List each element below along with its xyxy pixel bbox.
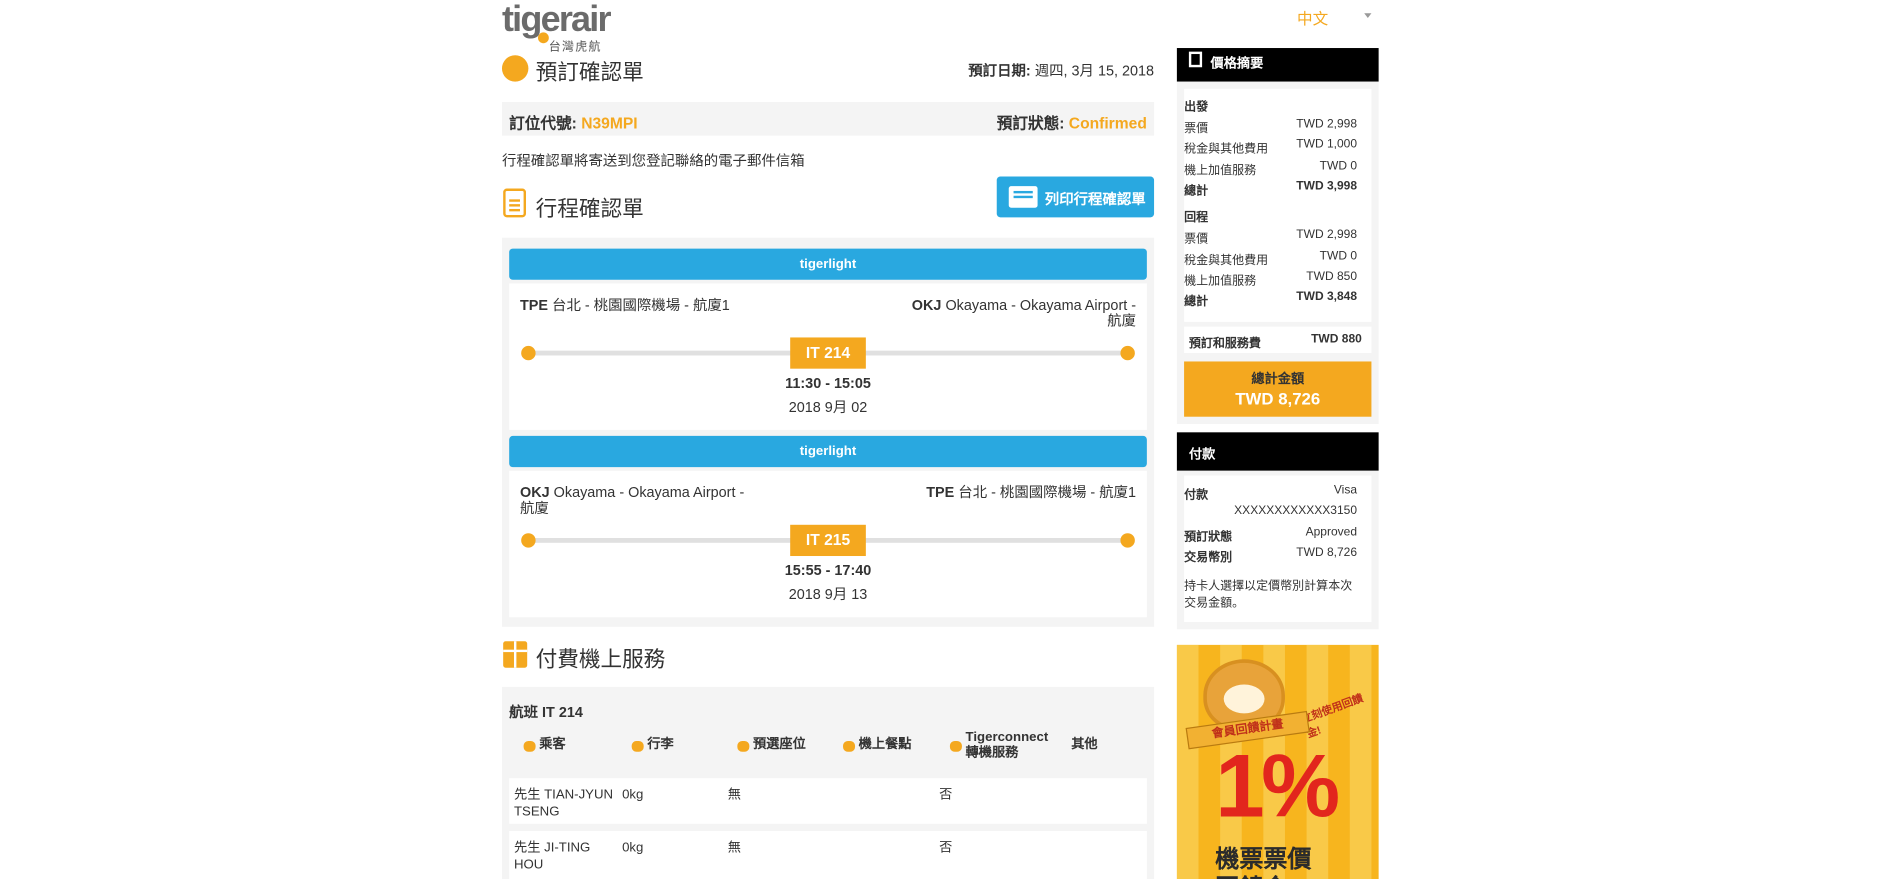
payment-title: 付款 (1188, 447, 1216, 463)
flight-card: TPE 台北 - 桃園國際機場 - 航廈1 OKJ Okayama - Okay… (509, 283, 1147, 430)
flight-date: 2018 9月 13 (788, 586, 868, 603)
services-table: 航班 IT 214 乘客 行李 預選座位 機上餐點 Tigerconnect 轉機… (501, 686, 1155, 879)
fare-type-bar: tigerlight (509, 435, 1147, 468)
booking-status-label: 預訂狀態: (996, 114, 1065, 133)
arrival-name: 台北 - 桃園國際機場 - 航廈1 (958, 483, 1137, 501)
column-connect: Tigerconnect 轉機服務 (949, 730, 1048, 761)
seat-icon (737, 740, 750, 752)
departure: TPE 台北 - 桃園國際機場 - 航廈1 (519, 296, 760, 314)
table-row: 先生 TIAN-JYUN TSENG 0kg 無 否 (509, 778, 1147, 824)
arrival: OKJ Okayama - Okayama Airport - 航廈 (896, 296, 1137, 330)
booking-date: 預訂日期: 週四, 3月 15, 2018 (968, 60, 1154, 80)
pnr-label: 訂位代號: (509, 114, 577, 133)
price-summary-header: 價格摘要 (1176, 48, 1379, 82)
arrival-name: Okayama - Okayama Airport - 航廈 (945, 296, 1137, 330)
passenger-name: 先生 JI-TING HOU (513, 840, 591, 872)
payment-header: 付款 (1176, 432, 1379, 471)
passenger-name: 先生 TIAN-JYUN TSENG (513, 787, 614, 820)
flight-list: tigerlight TPE 台北 - 桃園國際機場 - 航廈1 OKJ Oka… (501, 237, 1155, 627)
column-other: 其他 (1071, 737, 1098, 752)
departure-dot-icon (521, 533, 536, 548)
booking-status: 預訂狀態: Confirmed (997, 110, 1147, 133)
departure-name: 台北 - 桃園國際機場 - 航廈1 (552, 296, 730, 314)
tigerair-logo[interactable]: tigerair 台灣虎航 (501, 0, 634, 54)
document-icon (1188, 51, 1203, 68)
promo-percent: 1% (1215, 736, 1340, 836)
chevron-down-icon (1364, 13, 1372, 19)
flight-number: IT 215 (790, 524, 866, 557)
arrival-dot-icon (1120, 345, 1135, 361)
connect-value: 否 (939, 840, 953, 856)
outbound-label: 出發 (1184, 100, 1209, 115)
print-itinerary-button[interactable]: 列印行程確認單 (996, 176, 1155, 218)
banner-stripe (1176, 644, 1199, 879)
arrival-code: TPE (926, 483, 955, 501)
connect-icon (949, 740, 962, 752)
logo-dot-icon (538, 32, 549, 44)
price-summary-title: 價格摘要 (1210, 56, 1264, 71)
services-flight-label: 航班 IT 214 (509, 703, 583, 721)
flight-card: OKJ Okayama - Okayama Airport - 航廈 TPE 台… (509, 470, 1147, 618)
baggage-value: 0kg (622, 787, 644, 803)
column-baggage: 行李 (631, 737, 674, 753)
printer-icon (1008, 186, 1038, 208)
grand-total-box: 總計金額 TWD 8,726 (1184, 361, 1372, 417)
arrival: TPE 台北 - 桃園國際機場 - 航廈1 (896, 485, 1136, 501)
departure-name: Okayama - Okayama Airport - 航廈 (519, 483, 745, 517)
language-label: 中文 (1296, 9, 1329, 28)
promo-line2: 回饋金 (1215, 868, 1287, 879)
itinerary-title: 行程確認單 (535, 196, 644, 221)
booking-status-value: Confirmed (1068, 114, 1147, 133)
column-passenger: 乘客 (523, 737, 566, 753)
arrival-dot-icon (1120, 533, 1135, 548)
departure: OKJ Okayama - Okayama Airport - 航廈 (520, 485, 760, 516)
booking-date-label: 預訂日期: (968, 62, 1031, 80)
logo-subtitle: 台灣虎航 (548, 40, 602, 55)
flight-number: IT 214 (790, 337, 866, 369)
confirmation-title: 預訂確認單 (535, 60, 644, 85)
arrival-code: OKJ (911, 296, 942, 314)
services-title: 付費機上服務 (535, 647, 666, 672)
baggage-value: 0kg (622, 840, 644, 856)
fare-type-bar: tigerlight (509, 248, 1147, 280)
gift-icon (503, 641, 528, 668)
column-seat: 預選座位 (737, 737, 806, 753)
column-meal: 機上餐點 (843, 737, 911, 753)
connect-value: 否 (939, 787, 953, 803)
promo-banner[interactable]: 立刻使用回饋金! 會員回饋計畫 1% 機票票價 回饋金 (1176, 644, 1379, 879)
departure-code: OKJ (519, 483, 550, 501)
logo-text: tigerair (501, 0, 612, 40)
price-summary-panel: 出發 票價 TWD 2,998 稅金與其他費用 TWD 1,000 機上加值服務 TW… (1176, 81, 1379, 424)
check-circle-icon (501, 55, 529, 82)
departure-dot-icon (521, 345, 536, 361)
seat-value: 無 (727, 787, 741, 803)
booking-reference-bar: 訂位代號: N39MPI 預訂狀態: Confirmed (501, 102, 1155, 136)
flight-date: 2018 9月 02 (788, 398, 868, 416)
return-label: 回程 (1184, 211, 1209, 225)
payment-panel: 付款 Visa XXXXXXXXXXXX3150 預訂狀態 Approved 交易幣… (1176, 470, 1379, 630)
banner-stripe (1349, 644, 1372, 879)
payment-note: 持卡人選擇以定價幣別計算本次交易金額。 (1184, 580, 1353, 611)
departure-code: TPE (519, 296, 549, 314)
print-itinerary-label: 列印行程確認單 (1044, 190, 1146, 208)
grand-total-label: 總計金額 (1251, 372, 1305, 387)
email-note: 行程確認單將寄送到您登記聯絡的電子郵件信箱 (501, 152, 805, 170)
booking-date-value: 週四, 3月 15, 2018 (1034, 62, 1155, 80)
pnr: 訂位代號: N39MPI (509, 110, 637, 133)
flight-time: 15:55 - 17:40 (784, 562, 872, 579)
pnr-value: N39MPI (581, 114, 638, 133)
seat-value: 無 (727, 840, 741, 856)
language-select[interactable]: 中文 (1296, 6, 1372, 29)
passenger-icon (523, 740, 536, 752)
baggage-icon (631, 740, 644, 752)
grand-total-value: TWD 8,726 (1235, 389, 1321, 409)
flight-time: 11:30 - 15:05 (785, 374, 871, 392)
table-row: 先生 JI-TING HOU 0kg 無 否 (509, 831, 1147, 879)
clipboard-icon (503, 188, 526, 218)
meal-icon (843, 740, 856, 752)
